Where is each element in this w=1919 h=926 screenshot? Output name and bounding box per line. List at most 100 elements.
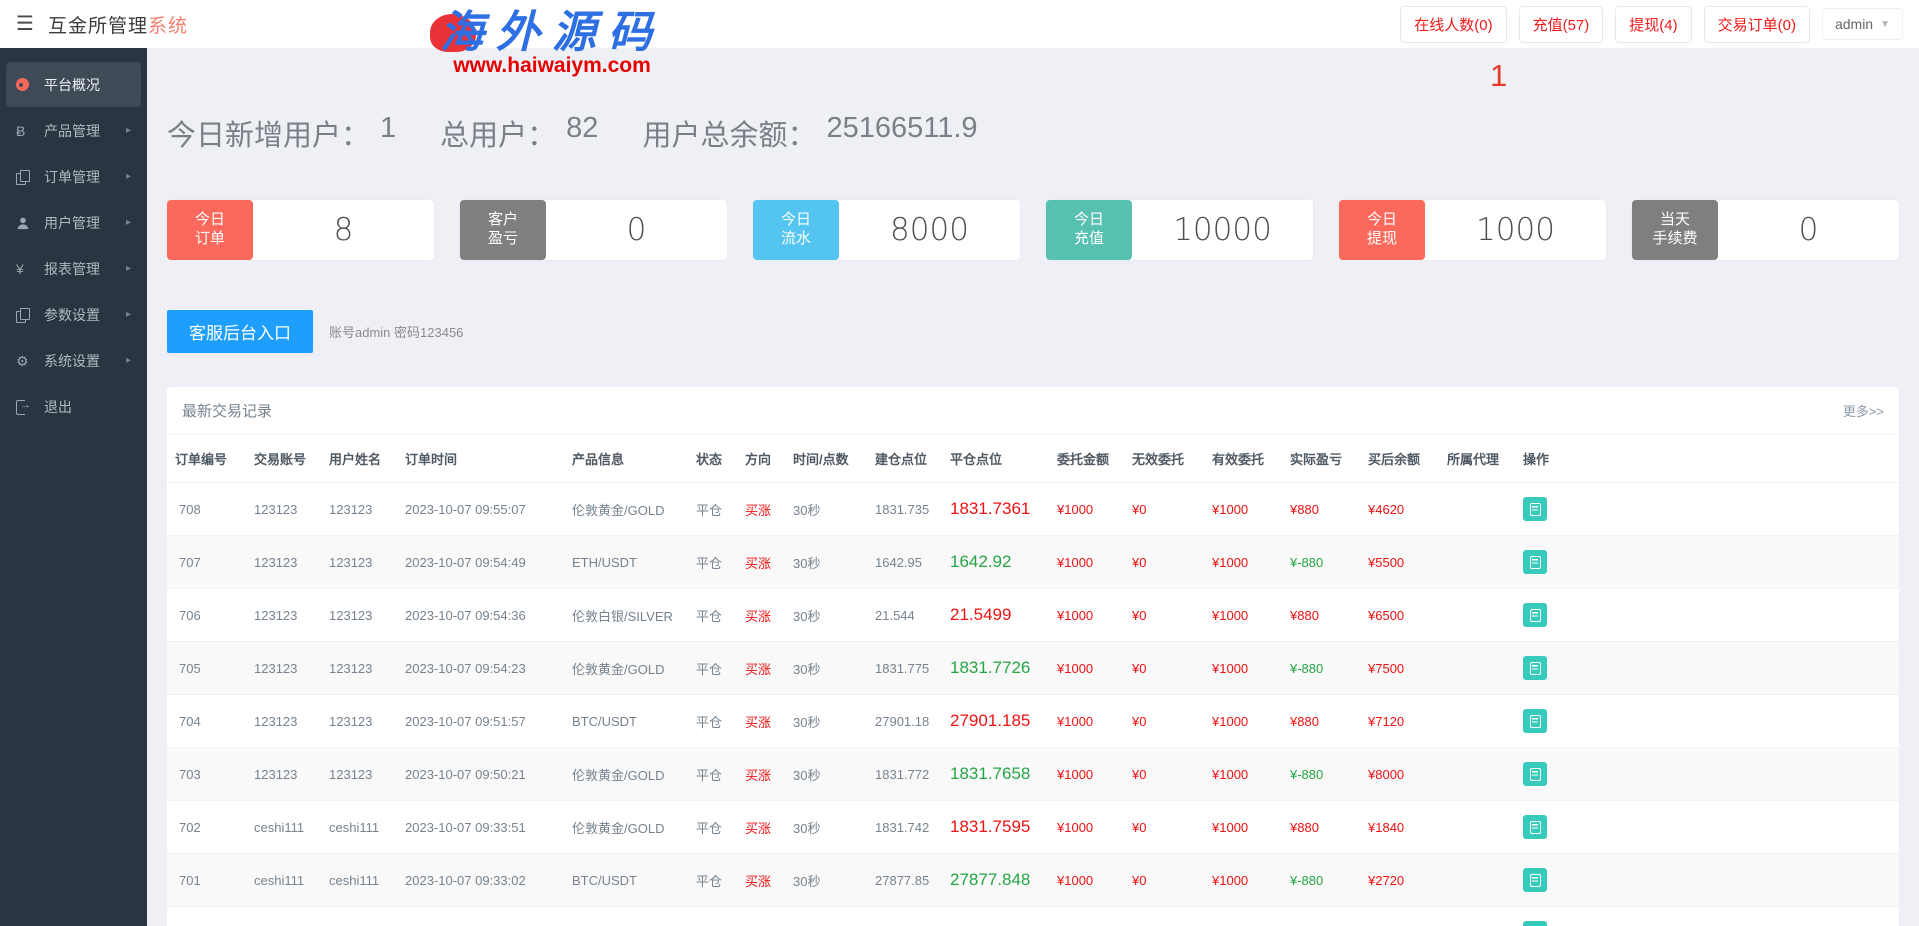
table-row: 706 123123 123123 2023-10-07 09:54:36 伦敦… (167, 589, 1899, 642)
sidebar-item[interactable]: 参数设置 ▸ (6, 292, 141, 337)
chevron-right-icon: ▸ (126, 263, 131, 274)
column-header: 有效委托 (1204, 435, 1282, 483)
cell-entrust-amount: ¥1000 (1049, 536, 1124, 589)
cell-agent (1439, 536, 1515, 589)
summary-card: 客户 盈亏 0 (460, 200, 727, 260)
cell-balance-after: ¥8000 (1360, 748, 1439, 801)
cell-valid-entrust: ¥1000 (1204, 907, 1282, 926)
sidebar-item[interactable]: ⚙ 系统设置 ▸ (6, 338, 141, 383)
cell-product: BTC/USDT (564, 695, 688, 748)
sidebar-item-label: 退出 (44, 397, 72, 417)
column-header: 买后余额 (1360, 435, 1439, 483)
cell-product: 伦敦黄金/GOLD (564, 907, 688, 926)
cell-product: 伦敦黄金/GOLD (564, 748, 688, 801)
order-detail-button[interactable] (1523, 709, 1547, 733)
menu-toggle-icon[interactable]: ☰ (16, 14, 34, 34)
user-icon (16, 216, 30, 230)
order-detail-button[interactable] (1523, 550, 1547, 574)
overview-stat-value: 25166511.9 (826, 112, 977, 154)
column-header: 所属代理 (1439, 435, 1515, 483)
sidebar-item[interactable]: 订单管理 ▸ (6, 154, 141, 199)
quick-stat-button[interactable]: 在线人数(0) (1400, 6, 1506, 43)
column-header: 实际盈亏 (1282, 435, 1360, 483)
overview-stat: 总用户： 82 (440, 112, 598, 154)
order-detail-button[interactable] (1523, 762, 1547, 786)
sidebar-item[interactable]: 退出 ▸ (6, 384, 141, 429)
cell-entrust-amount: ¥1000 (1049, 589, 1124, 642)
cell-actual-profit: ¥880 (1282, 695, 1360, 748)
cell-username: 123123 (321, 589, 397, 642)
cell-entrust-amount: ¥1000 (1049, 854, 1124, 907)
sidebar-item[interactable]: 平台概况 ▸ (6, 62, 141, 107)
column-header: 时间/点数 (785, 435, 867, 483)
table-row: 705 123123 123123 2023-10-07 09:54:23 伦敦… (167, 642, 1899, 695)
cell-account: 123123 (246, 536, 321, 589)
sidebar-item[interactable]: 用户管理 ▸ (6, 200, 141, 245)
service-credentials-hint: 账号admin 密码123456 (329, 322, 463, 341)
sidebar-item[interactable]: ¥ 报表管理 ▸ (6, 246, 141, 291)
overview-stat-value: 82 (566, 112, 598, 154)
order-detail-button[interactable] (1523, 497, 1547, 521)
summary-cards: 今日 订单 8 客户 盈亏 0 今日 流水 8000 今日 充值 10000 (167, 200, 1899, 260)
cell-valid-entrust: ¥1000 (1204, 801, 1282, 854)
cell-valid-entrust: ¥1000 (1204, 589, 1282, 642)
sidebar-item[interactable]: Ƀ 产品管理 ▸ (6, 108, 141, 153)
summary-card-label: 客户 盈亏 (460, 200, 546, 260)
cell-balance-after: ¥7500 (1360, 642, 1439, 695)
cell-open-price: 1642.95 (867, 536, 942, 589)
cell-status: 平仓 (688, 695, 737, 748)
cell-entrust-amount: ¥1000 (1049, 801, 1124, 854)
column-header: 操作 (1515, 435, 1899, 483)
cell-account: 123123 (246, 748, 321, 801)
cell-username: ceshi111 (321, 801, 397, 854)
sidebar-item-label: 参数设置 (44, 305, 100, 325)
quick-stat-button[interactable]: 充值(57) (1519, 6, 1604, 43)
quick-stat-button[interactable]: 提现(4) (1615, 6, 1691, 43)
cell-actions (1515, 536, 1899, 589)
cell-agent (1439, 907, 1515, 926)
column-header: 委托金额 (1049, 435, 1124, 483)
panel-header: 最新交易记录 更多>> (167, 387, 1899, 435)
table-row: 704 123123 123123 2023-10-07 09:51:57 BT… (167, 695, 1899, 748)
cell-product: 伦敦黄金/GOLD (564, 801, 688, 854)
cell-status: 平仓 (688, 589, 737, 642)
summary-card: 今日 流水 8000 (753, 200, 1020, 260)
dashboard-icon (16, 78, 29, 91)
order-detail-button[interactable] (1523, 815, 1547, 839)
cell-actual-profit: ¥880 (1282, 483, 1360, 536)
cell-username: 123123 (321, 642, 397, 695)
cell-close-price: 21.5499 (942, 589, 1049, 642)
cell-account: 123123 (246, 589, 321, 642)
cell-order-time: 2023-10-07 09:54:49 (397, 536, 564, 589)
table-row: 708 123123 123123 2023-10-07 09:55:07 伦敦… (167, 483, 1899, 536)
cell-status: 平仓 (688, 536, 737, 589)
app-title-accent: 系统 (148, 16, 188, 37)
order-detail-button[interactable] (1523, 603, 1547, 627)
service-portal-button[interactable]: 客服后台入口 (167, 310, 313, 353)
summary-card: 今日 订单 8 (167, 200, 434, 260)
list-icon (1530, 768, 1541, 781)
order-detail-button[interactable] (1523, 868, 1547, 892)
overview-stat-label: 用户总余额： (642, 112, 816, 154)
cell-actions (1515, 854, 1899, 907)
quick-stat-button[interactable]: 交易订单(0) (1704, 6, 1810, 43)
cell-agent (1439, 854, 1515, 907)
admin-username: admin (1835, 16, 1873, 32)
order-detail-button[interactable] (1523, 656, 1547, 680)
cell-open-price: 1924.272 (867, 907, 942, 926)
column-header: 产品信息 (564, 435, 688, 483)
cell-account: 123123 (246, 642, 321, 695)
cell-username: ceshi111 (321, 854, 397, 907)
cell-entrust-amount: ¥1000 (1049, 483, 1124, 536)
cell-direction: 买涨 (737, 536, 785, 589)
cell-order-time: 2023-10-07 09:55:07 (397, 483, 564, 536)
cell-close-price: 27901.185 (942, 695, 1049, 748)
list-icon (1530, 609, 1541, 622)
app-title: 互金所管理系统 (48, 11, 188, 38)
cell-direction: 买涨 (737, 907, 785, 926)
summary-card-value: 8000 (839, 200, 1020, 260)
cell-close-price: 27877.848 (942, 854, 1049, 907)
order-detail-button[interactable] (1523, 921, 1547, 926)
admin-dropdown[interactable]: admin ▼ (1822, 8, 1903, 40)
more-link[interactable]: 更多>> (1843, 401, 1884, 420)
